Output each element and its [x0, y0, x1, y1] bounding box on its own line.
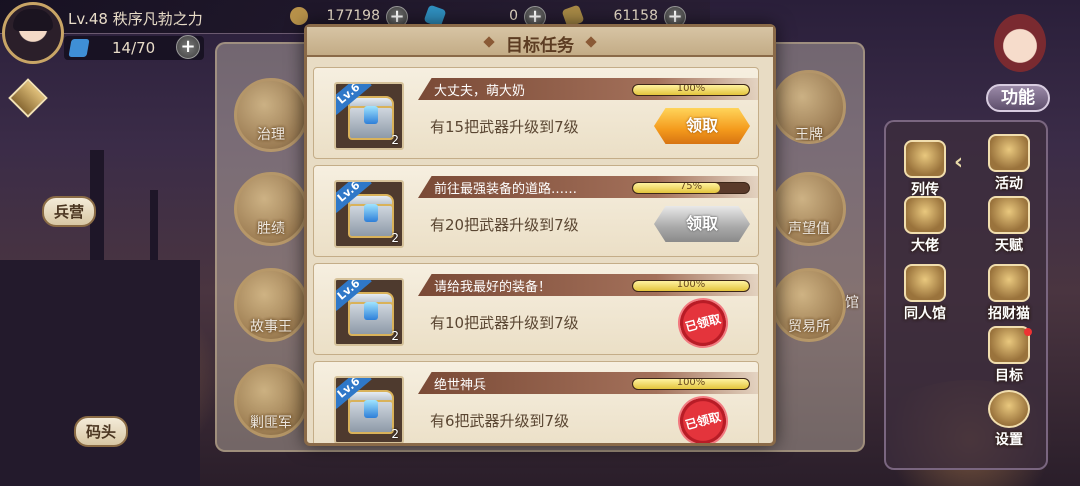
task-description: 有15把武器升级到7级 [430, 118, 579, 136]
task-description: 有6把武器升级到7级 [430, 412, 570, 430]
reward-chest-icon[interactable]: Lv.6 2 [334, 180, 404, 248]
reward-chest-icon[interactable]: Lv.6 2 [334, 278, 404, 346]
task-row: Lv.6 2 大丈夫，萌大奶 100% 有15把武器升级到7级 领取 [313, 67, 759, 159]
chest-count: 2 [391, 133, 399, 147]
task-progress: 100% [632, 280, 750, 292]
notification-dot [1024, 328, 1032, 336]
side-item-biography[interactable]: 列传 [890, 140, 960, 199]
reputation-label: 声望值 [788, 221, 830, 237]
castle-icon [904, 264, 946, 302]
task-name: 绝世神兵 [434, 378, 487, 393]
star-badge-icon [988, 134, 1030, 172]
coin-value: 61158 [613, 8, 658, 24]
player-avatar[interactable] [2, 2, 64, 64]
barracks-button[interactable]: 兵营 [42, 196, 97, 227]
chest-count: 2 [391, 329, 399, 343]
task-progress-text: 100% [676, 378, 706, 388]
task-progress: 100% [632, 378, 750, 390]
add-stamina-button[interactable]: + [176, 35, 200, 59]
task-list[interactable]: Lv.6 2 大丈夫，萌大奶 100% 有15把武器升级到7级 领取 Lv.6 … [313, 63, 767, 443]
task-name: 大丈夫，萌大奶 [434, 84, 526, 99]
dialog-title: 目标任务 [506, 36, 574, 56]
stamina-icon [68, 39, 90, 57]
claim-button-disabled[interactable]: 领取 [654, 206, 750, 242]
bandit-army-label: 剿匪军 [250, 415, 292, 431]
chest-count: 2 [391, 231, 399, 245]
task-name: 请给我最好的装备！ [434, 280, 552, 295]
task-row: Lv.6 2 前往最强装备的道路…… 75% 有20把武器升级到7级 领取 [313, 165, 759, 257]
function-label: 功能 [986, 84, 1050, 112]
task-description: 有10把武器升级到7级 [430, 314, 579, 332]
book-icon [904, 140, 946, 178]
player-level: Lv.48 秩序凡勃之力 [68, 10, 203, 28]
gear-icon [988, 390, 1030, 428]
boss-icon [904, 196, 946, 234]
task-description: 有20把武器升级到7级 [430, 216, 579, 234]
side-item-events[interactable]: 活动 [974, 134, 1044, 193]
ace-label: 王牌 [795, 127, 823, 143]
side-item-goals[interactable]: 目标 [974, 326, 1044, 385]
function-menu-button[interactable]: 功能 [980, 6, 1060, 112]
task-progress: 100% [632, 84, 750, 96]
side-item-boss[interactable]: 大佬 [890, 196, 960, 255]
reward-chest-icon[interactable]: Lv.6 2 [334, 82, 404, 150]
task-row: Lv.6 2 请给我最好的装备！ 100% 有10把武器升级到7级 已领取 [313, 263, 759, 355]
reward-chest-icon[interactable]: Lv.6 2 [334, 376, 404, 443]
goal-task-dialog: 目标任务 Lv.6 2 大丈夫，萌大奶 100% 有15把武器升级到7级 领取 … [304, 24, 776, 446]
task-progress-text: 100% [676, 84, 706, 94]
gold-value: 177198 [326, 8, 380, 24]
task-row: Lv.6 2 绝世神兵 100% 有6把武器升级到7级 已领取 [313, 361, 759, 443]
side-item-lucky-cat[interactable]: 招财猫 [974, 264, 1044, 323]
gem-value: 0 [509, 8, 518, 24]
lucky-cat-icon [988, 264, 1030, 302]
mascot-icon [994, 14, 1046, 72]
trade-label: 贸易所 [788, 319, 830, 335]
claim-button[interactable]: 领取 [654, 108, 750, 144]
governance-label: 治理 [257, 127, 285, 143]
gold-icon [290, 7, 308, 25]
claimed-stamp: 已领取 [672, 292, 734, 354]
dialog-header: 目标任务 [307, 27, 773, 57]
claimed-stamp: 已领取 [672, 390, 734, 443]
dock-button[interactable]: 码头 [74, 416, 129, 447]
task-name: 前往最强装备的道路…… [434, 182, 578, 197]
task-progress-text: 75% [679, 182, 703, 192]
side-item-settings[interactable]: 设置 [974, 390, 1044, 449]
side-item-fan-hall[interactable]: 同人馆 [890, 264, 960, 323]
story-king-label: 故事王 [250, 319, 292, 335]
stamina-value: 14/70 [112, 39, 156, 57]
victory-label: 胜绩 [257, 221, 285, 237]
side-item-talent[interactable]: 天赋 [974, 196, 1044, 255]
talent-icon [988, 196, 1030, 234]
chest-count: 2 [391, 427, 399, 441]
task-progress-text: 100% [676, 280, 706, 290]
hall-partial-label: 馆 [845, 295, 859, 311]
task-progress: 75% [632, 182, 750, 194]
